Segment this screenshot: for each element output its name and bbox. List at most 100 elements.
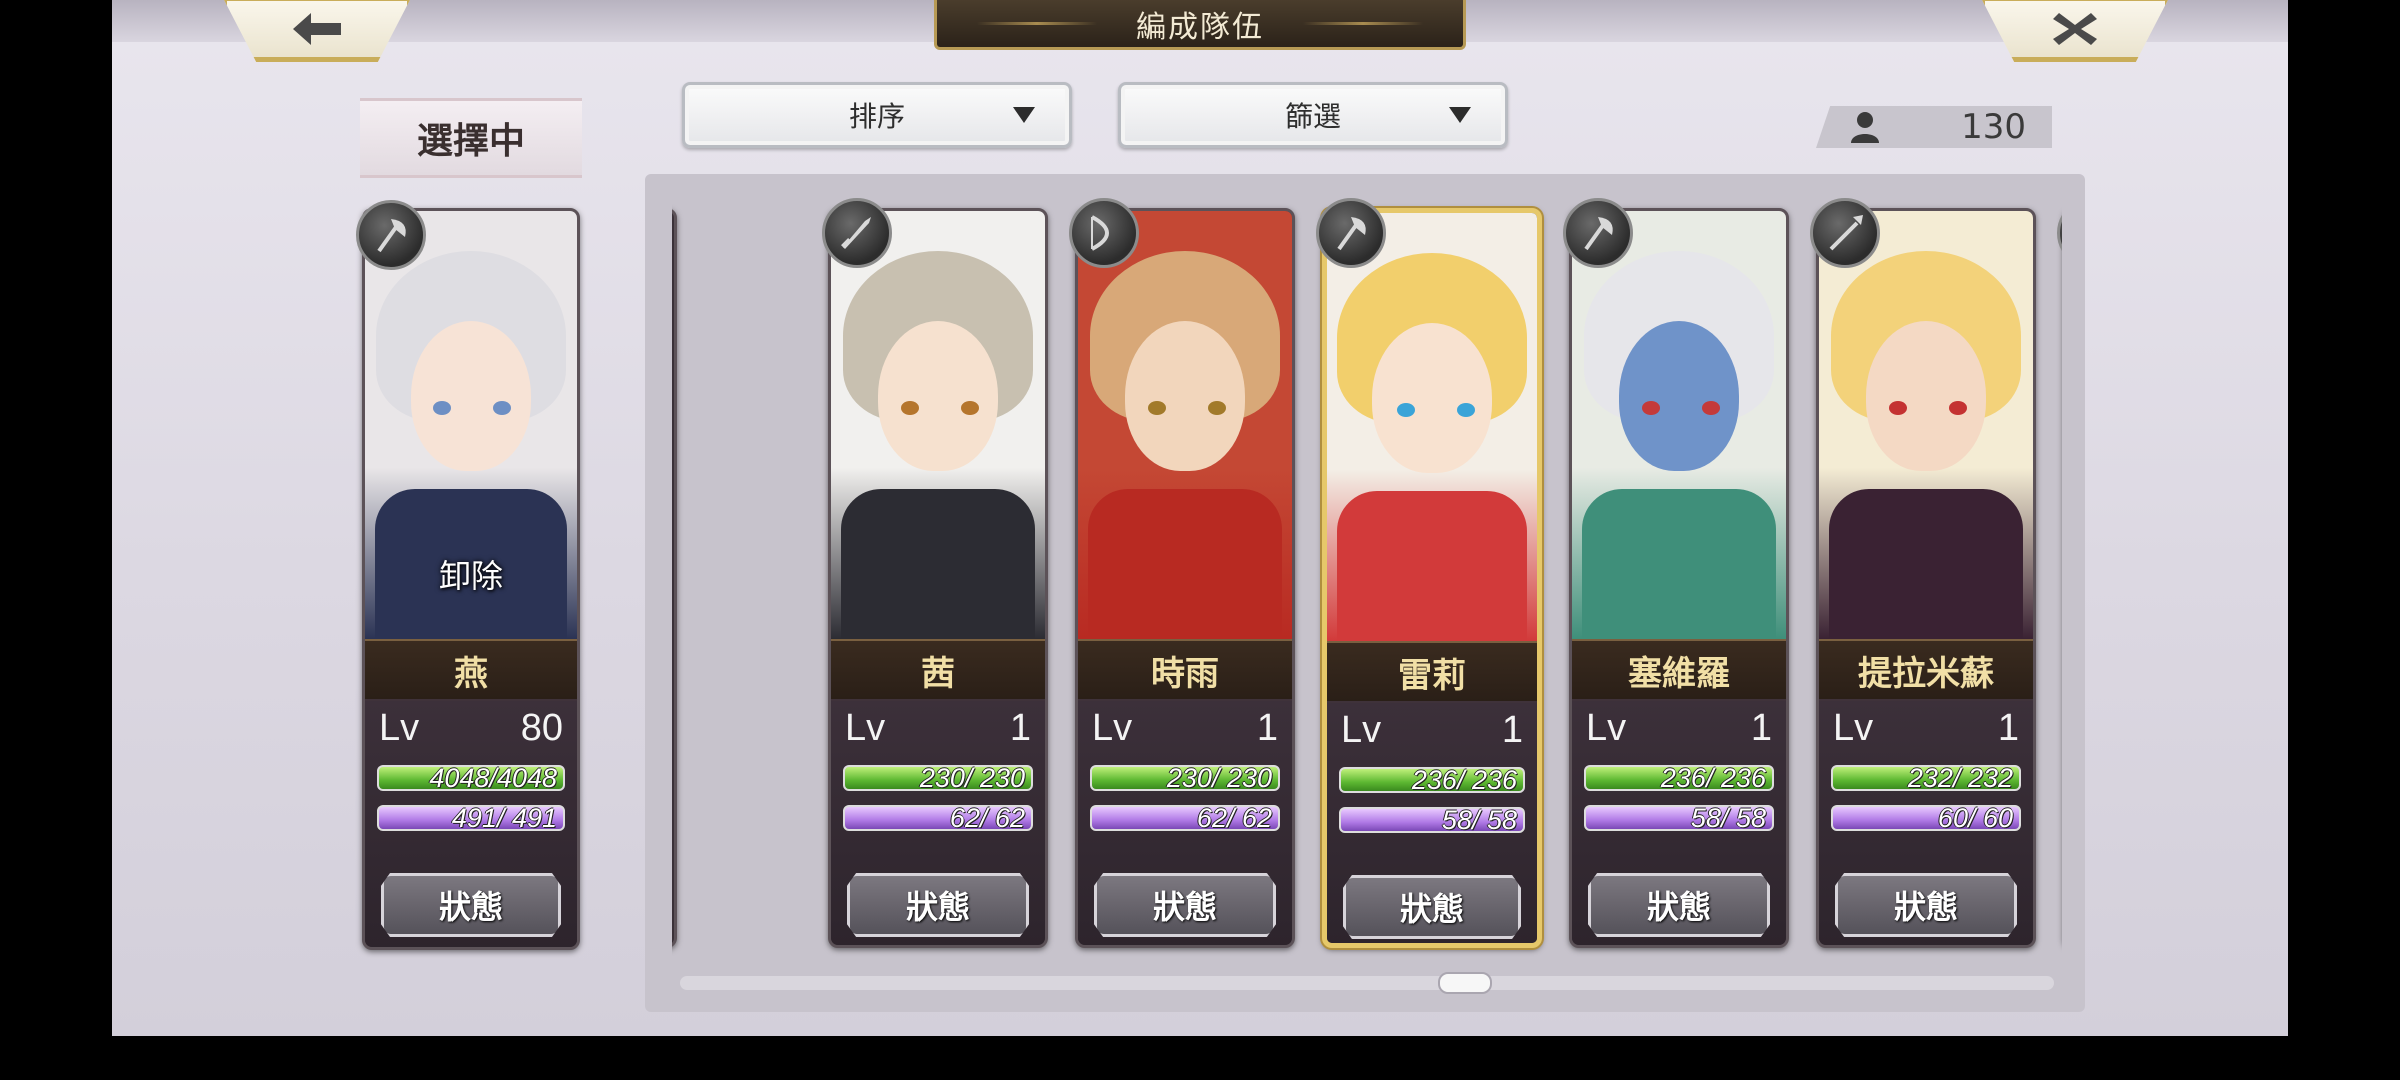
level-row: Lv 1 [1092,707,1278,750]
unit-stats: Lv 1 232/ 232 60/ 60 狀態 [1819,699,2033,945]
portrait-eye [1148,401,1166,415]
portrait-face [878,321,998,471]
portrait-face [1372,323,1492,473]
unit-stats: Lv 1 236/ 236 58/ 58 狀態 [1327,701,1537,943]
selected-tab[interactable]: 選擇中 [360,98,582,178]
current-unit-stats: Lv 80 4048/4048 491/ 491 狀態 [365,699,577,947]
level-label: Lv [1833,707,1874,749]
current-unit-name: 燕 [365,639,577,701]
unit-card-partial[interactable] [672,208,677,948]
status-button[interactable]: 狀態 [1588,873,1770,937]
level-value: 1 [1501,709,1523,751]
unit-name: 時雨 [1078,639,1292,701]
filter-label: 篩選 [1284,100,1341,133]
unit-name: 雷莉 [1327,641,1537,703]
spear-icon [1810,198,1880,268]
level-value: 1 [1997,707,2019,749]
mp-bar: 62/ 62 [843,803,1033,833]
mp-bar: 491/ 491 [377,803,565,833]
back-arrow-icon [293,13,341,45]
scrollbar-thumb[interactable] [1438,972,1492,994]
hp-bar: 4048/4048 [377,762,565,793]
portrait-eye [1889,401,1907,415]
axe-icon [356,200,426,270]
level-value: 1 [1750,707,1772,749]
chevron-down-icon [1449,107,1471,123]
level-row: Lv 1 [1586,707,1772,750]
level-row: Lv 80 [379,707,563,750]
hp-bar: 230/ 230 [1090,763,1280,793]
unit-count: 130 [1961,107,2026,147]
level-label: Lv [379,707,420,749]
team-formation-screen: 編成隊伍 選擇中 排序 篩選 130 卸除 燕 Lv 80 4048/4048 … [112,0,2288,1036]
screen-title: 編成隊伍 [1136,9,1264,45]
hp-bar: 230/ 230 [843,762,1033,793]
level-row: Lv 1 [845,707,1031,750]
unit-portrait [1327,213,1537,641]
portrait-body [1829,489,2023,639]
current-unit-card[interactable]: 卸除 燕 Lv 80 4048/4048 491/ 491 狀態 [362,208,580,950]
back-button[interactable] [222,0,412,62]
portrait-eye [1457,403,1475,417]
filter-dropdown[interactable]: 篩選 [1118,82,1508,148]
level-label: Lv [1341,709,1382,751]
unit-count-box: 130 [1816,106,2052,148]
portrait-eye [1949,401,1967,415]
portrait-eye [961,401,979,415]
close-icon [2053,13,2097,45]
portrait-face [411,321,531,471]
hp-bar: 236/ 236 [1584,763,1774,793]
level-label: Lv [1586,707,1627,749]
axe-icon [1316,198,1386,268]
selected-tab-label: 選擇中 [416,120,525,162]
mp-bar: 58/ 58 [1584,802,1774,833]
mp-bar: 62/ 62 [1090,802,1280,833]
portrait-body [1088,489,1282,639]
close-button[interactable] [1980,0,2170,62]
banner-ornament-right [1303,22,1423,25]
level-value: 1 [1256,707,1278,749]
remove-label[interactable]: 卸除 [365,551,577,597]
horizontal-scrollbar[interactable] [680,976,2054,990]
hp-value: 230/ 230 [919,762,1025,793]
unit-card[interactable]: 時雨 Lv 1 230/ 230 62/ 62 狀態 [1075,208,1295,948]
status-button[interactable]: 狀態 [381,873,561,937]
banner-ornament-left [977,22,1097,25]
unit-portrait [831,211,1045,639]
unit-stats: Lv 1 230/ 230 62/ 62 狀態 [1078,699,1292,945]
mp-bar: 58/ 58 [1339,805,1525,835]
status-button-label: 狀態 [1893,888,1958,926]
portrait-body [1337,491,1527,641]
unit-name: 提拉米蘇 [1819,639,2033,701]
screen-title-banner: 編成隊伍 [934,0,1466,50]
unit-card[interactable]: 茜 Lv 1 230/ 230 62/ 62 狀態 [828,208,1048,948]
status-button-label: 狀態 [905,888,970,926]
status-button[interactable]: 狀態 [1343,875,1521,939]
portrait-face [1619,321,1739,471]
status-button-label: 狀態 [1399,890,1464,928]
status-button[interactable]: 狀態 [1835,873,2017,937]
hp-value: 232/ 232 [1907,762,2013,793]
sort-label: 排序 [848,100,905,133]
unit-card[interactable]: 提拉米蘇 Lv 1 232/ 232 60/ 60 狀態 [1816,208,2036,948]
mp-value: 58/ 58 [1690,802,1766,833]
portrait-eye [433,401,451,415]
level-label: Lv [1092,707,1133,749]
unit-card[interactable]: 塞維羅 Lv 1 236/ 236 58/ 58 狀態 [1569,208,1789,948]
level-row: Lv 1 [1833,707,2019,750]
unit-portrait [1819,211,2033,639]
portrait-body [841,489,1035,639]
status-button[interactable]: 狀態 [847,873,1029,937]
status-button[interactable]: 狀態 [1094,873,1276,937]
sword-icon [822,198,892,268]
unit-portrait [1078,211,1292,639]
hp-bar: 236/ 236 [1339,765,1525,795]
status-button-label: 狀態 [438,888,503,926]
chevron-down-icon [1013,107,1035,123]
unit-list-scroller[interactable]: 茜 Lv 1 230/ 230 62/ 62 狀態 時雨 Lv 1 230/ 230 62/ 62 狀… [672,190,2062,965]
hp-value: 4048/4048 [429,762,557,793]
portrait-body [1582,489,1776,639]
sort-dropdown[interactable]: 排序 [682,82,1072,148]
mp-value: 62/ 62 [1196,802,1272,833]
unit-card[interactable]: 雷莉 Lv 1 236/ 236 58/ 58 狀態 [1322,208,1542,948]
